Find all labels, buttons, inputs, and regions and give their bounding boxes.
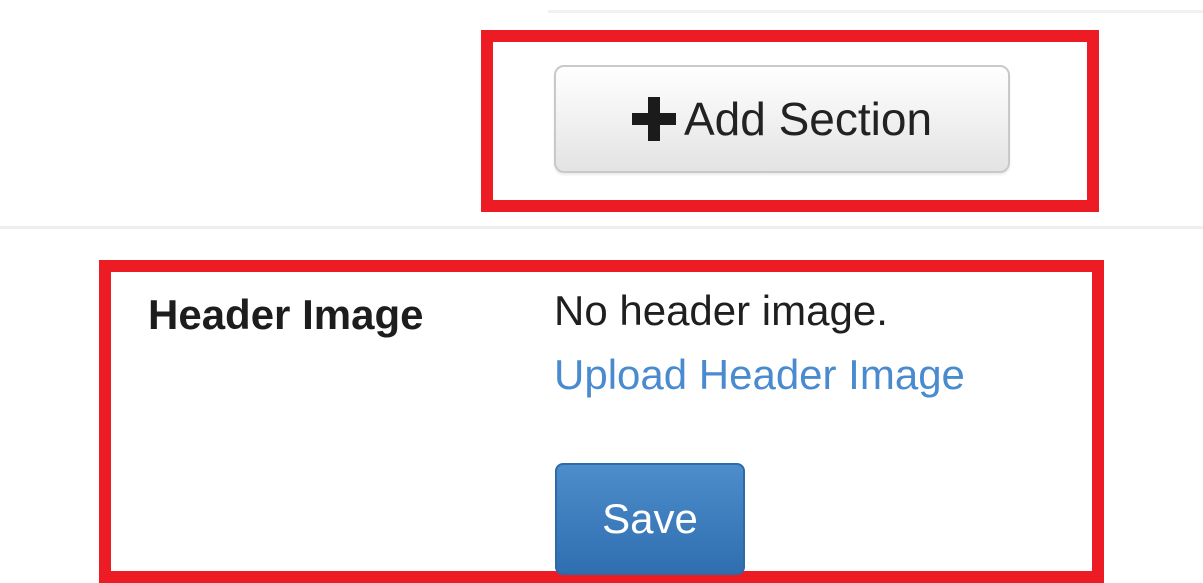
plus-icon <box>631 97 676 141</box>
add-section-label: Add Section <box>683 93 933 145</box>
upload-header-image-link[interactable]: Upload Header Image <box>554 351 965 398</box>
header-image-label: Header Image <box>148 291 424 338</box>
add-section-button[interactable]: Add Section <box>554 65 1010 173</box>
save-button[interactable]: Save <box>555 463 745 575</box>
section-divider <box>0 226 1203 229</box>
header-image-status: No header image. <box>554 287 888 334</box>
top-divider <box>548 10 1203 13</box>
